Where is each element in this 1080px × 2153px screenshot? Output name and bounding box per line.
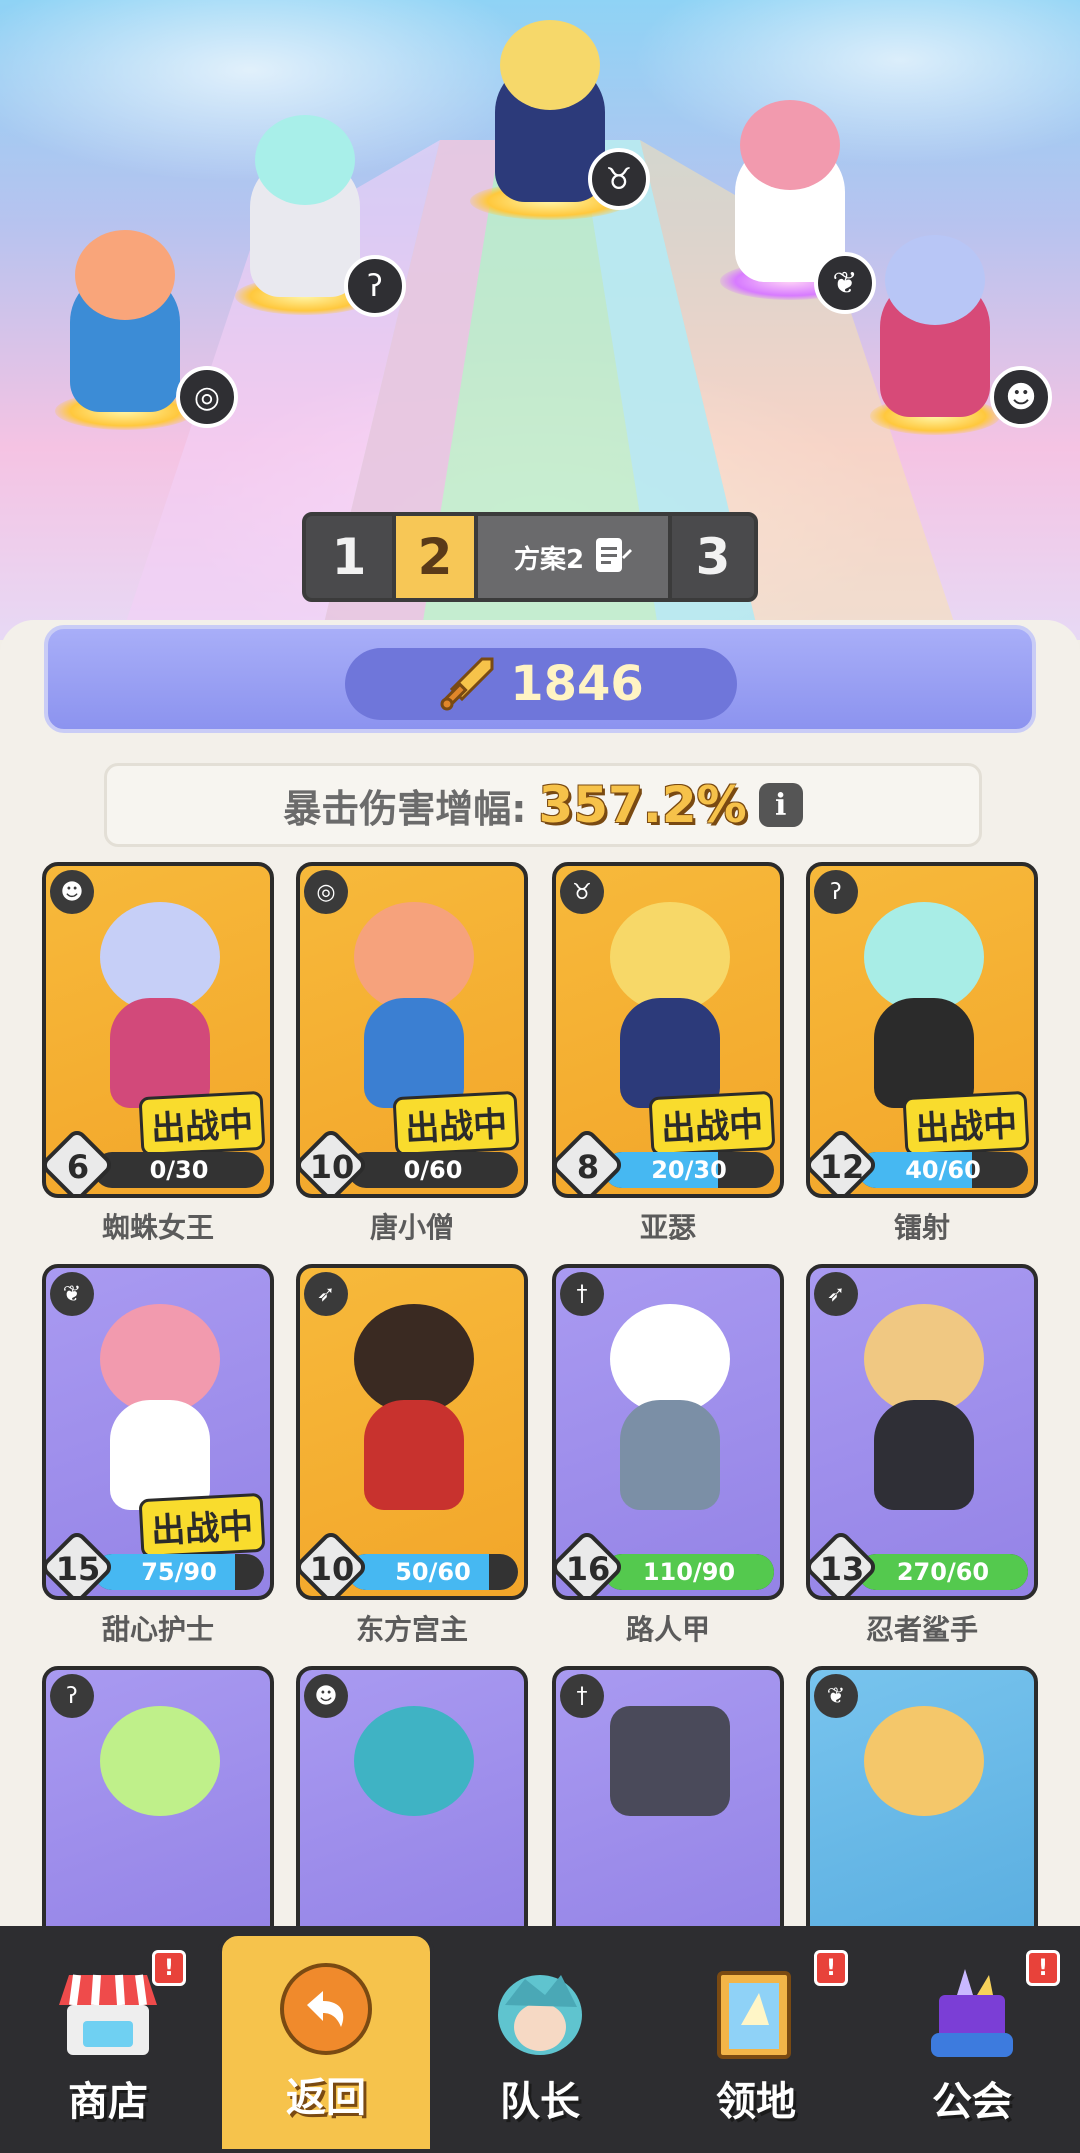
level-number: 6 bbox=[66, 1148, 90, 1186]
hero-card[interactable]: † 110/90 16 bbox=[552, 1264, 784, 1600]
shard-progress-text: 40/60 bbox=[905, 1156, 981, 1184]
plan-selector: 1 2 方案2 3 bbox=[302, 512, 758, 602]
shard-progress: 0/60 bbox=[348, 1152, 518, 1188]
hero-name: 甜心护士 bbox=[101, 1613, 214, 1646]
hero-name: 东方宫主 bbox=[355, 1613, 468, 1646]
crit-damage-label: 暴击伤害增幅: bbox=[283, 786, 527, 831]
spiral-class-icon: ◎ bbox=[176, 366, 238, 428]
hero-card[interactable]: ☻ 出战中 0/30 6 bbox=[42, 862, 274, 1198]
level-number: 12 bbox=[819, 1148, 865, 1186]
hero-portrait bbox=[334, 1304, 494, 1524]
nav-back-label: 返回 bbox=[286, 2075, 366, 2121]
hero-card[interactable]: ➶ 50/60 10 bbox=[296, 1264, 528, 1600]
tank-class-icon: ♉ bbox=[588, 148, 650, 210]
info-icon[interactable]: i bbox=[758, 783, 803, 827]
shard-progress-text: 75/90 bbox=[141, 1558, 217, 1586]
shard-progress: 75/90 bbox=[94, 1554, 264, 1590]
shard-progress-text: 20/30 bbox=[651, 1156, 727, 1184]
plan-2-button[interactable]: 2 bbox=[392, 516, 478, 598]
hero-portrait bbox=[590, 902, 750, 1122]
nav-shop-label: 商店 bbox=[68, 2079, 148, 2125]
hero-name: 镭射 bbox=[893, 1211, 950, 1244]
level-number: 13 bbox=[819, 1550, 865, 1588]
level-number: 16 bbox=[565, 1550, 611, 1588]
shop-icon bbox=[59, 1974, 157, 2055]
guild-icon bbox=[931, 1969, 1013, 2057]
shard-progress-text: 0/60 bbox=[403, 1156, 463, 1184]
plan-name-label: 方案2 bbox=[513, 544, 585, 575]
edit-note-icon bbox=[596, 538, 633, 572]
hero-portrait bbox=[844, 1706, 1004, 1926]
hero-card[interactable]: ʔ bbox=[42, 1666, 274, 1946]
hero-card[interactable]: ♉ 出战中 20/30 8 bbox=[552, 862, 784, 1198]
shop-alert-badge: ! bbox=[152, 1950, 186, 1986]
hero-slot-right-1[interactable] bbox=[870, 235, 1000, 435]
hero-portrait bbox=[844, 1304, 1004, 1524]
sword-icon bbox=[440, 657, 494, 711]
nav-captain[interactable]: 队长 bbox=[432, 1932, 648, 2153]
back-arrow-icon bbox=[280, 1963, 372, 2055]
guild-alert-badge: ! bbox=[1026, 1950, 1060, 1986]
captain-avatar-icon bbox=[498, 1975, 582, 2055]
team-power: 1846 bbox=[345, 648, 737, 720]
territory-alert-badge: ! bbox=[814, 1950, 848, 1986]
shard-progress: 40/60 bbox=[858, 1152, 1028, 1188]
hero-portrait bbox=[590, 1706, 750, 1926]
level-number: 10 bbox=[309, 1550, 355, 1588]
hero-card[interactable]: ❦ bbox=[806, 1666, 1038, 1946]
hero-card[interactable]: ◎ 出战中 0/60 10 bbox=[296, 862, 528, 1198]
battle-scene: ♉ ʔ ◎ ❦ ☻ 1 2 方案2 3 bbox=[0, 0, 1080, 640]
shard-progress-text: 50/60 bbox=[395, 1558, 471, 1586]
hero-name: 路人甲 bbox=[625, 1613, 710, 1646]
shard-progress: 110/90 bbox=[604, 1554, 774, 1590]
nav-guild-label: 公会 bbox=[932, 2079, 1012, 2125]
shard-progress: 270/60 bbox=[858, 1554, 1028, 1590]
hero-portrait bbox=[80, 1706, 240, 1926]
shard-progress: 50/60 bbox=[348, 1554, 518, 1590]
crit-damage-box: 暴击伤害增幅: 357.2% i bbox=[104, 763, 982, 847]
plan-1-button[interactable]: 1 bbox=[306, 516, 392, 598]
hero-name: 亚瑟 bbox=[639, 1211, 696, 1244]
hero-card[interactable]: † bbox=[552, 1666, 784, 1946]
hero-portrait bbox=[80, 1304, 240, 1524]
healer-class-icon: ❦ bbox=[814, 252, 876, 314]
shard-progress-text: 110/90 bbox=[642, 1558, 736, 1586]
hero-card[interactable]: ☻ bbox=[296, 1666, 528, 1946]
shard-progress-text: 0/30 bbox=[149, 1156, 209, 1184]
level-number: 10 bbox=[309, 1148, 355, 1186]
territory-door-icon bbox=[717, 1971, 791, 2059]
hero-name: 唐小僧 bbox=[369, 1211, 454, 1244]
nav-back[interactable]: 返回 bbox=[218, 1932, 434, 2153]
plan-3-button[interactable]: 3 bbox=[668, 516, 754, 598]
nav-captain-label: 队长 bbox=[500, 2079, 580, 2125]
assassin-class-icon: ☻ bbox=[990, 366, 1052, 428]
hero-card[interactable]: ❦ 出战中 75/90 15 bbox=[42, 1264, 274, 1600]
shard-progress: 20/30 bbox=[604, 1152, 774, 1188]
mage-class-icon: ʔ bbox=[344, 255, 406, 317]
plan-rename-button[interactable]: 方案2 bbox=[478, 516, 668, 598]
hero-portrait bbox=[334, 902, 494, 1122]
hero-name: 忍者鲨手 bbox=[865, 1613, 978, 1646]
nav-territory-label: 领地 bbox=[716, 2079, 796, 2125]
shard-progress-text: 270/60 bbox=[896, 1558, 990, 1586]
hero-card[interactable]: ʔ 出战中 40/60 12 bbox=[806, 862, 1038, 1198]
hero-portrait bbox=[334, 1706, 494, 1926]
hero-slot-left-1[interactable] bbox=[55, 230, 195, 430]
power-value: 1846 bbox=[510, 656, 644, 712]
hero-name: 蜘蛛女王 bbox=[101, 1211, 214, 1244]
level-number: 8 bbox=[576, 1148, 600, 1186]
level-number: 15 bbox=[55, 1550, 101, 1588]
hero-card[interactable]: ➶ 270/60 13 bbox=[806, 1264, 1038, 1600]
hero-portrait bbox=[844, 902, 1004, 1122]
hero-portrait bbox=[80, 902, 240, 1122]
crit-damage-value: 357.2% bbox=[538, 776, 747, 834]
shard-progress: 0/30 bbox=[94, 1152, 264, 1188]
hero-portrait bbox=[590, 1304, 750, 1524]
